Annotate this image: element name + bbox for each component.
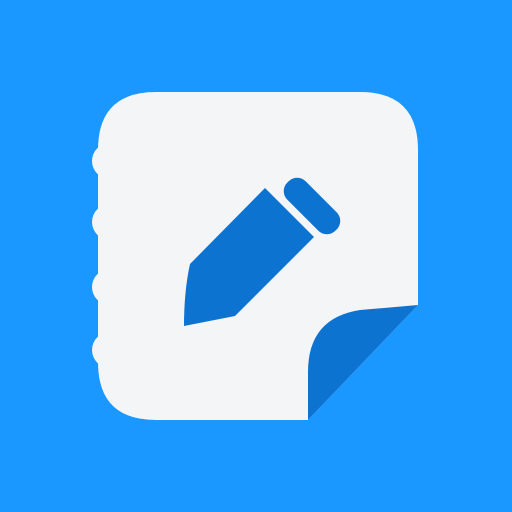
spiral-ring: [92, 332, 128, 368]
spiral-ring: [92, 204, 128, 240]
notepad-pencil-icon: [0, 0, 512, 512]
spiral-ring: [92, 269, 128, 305]
spiral-ring: [92, 143, 128, 179]
notepad-app-icon[interactable]: [0, 0, 512, 512]
